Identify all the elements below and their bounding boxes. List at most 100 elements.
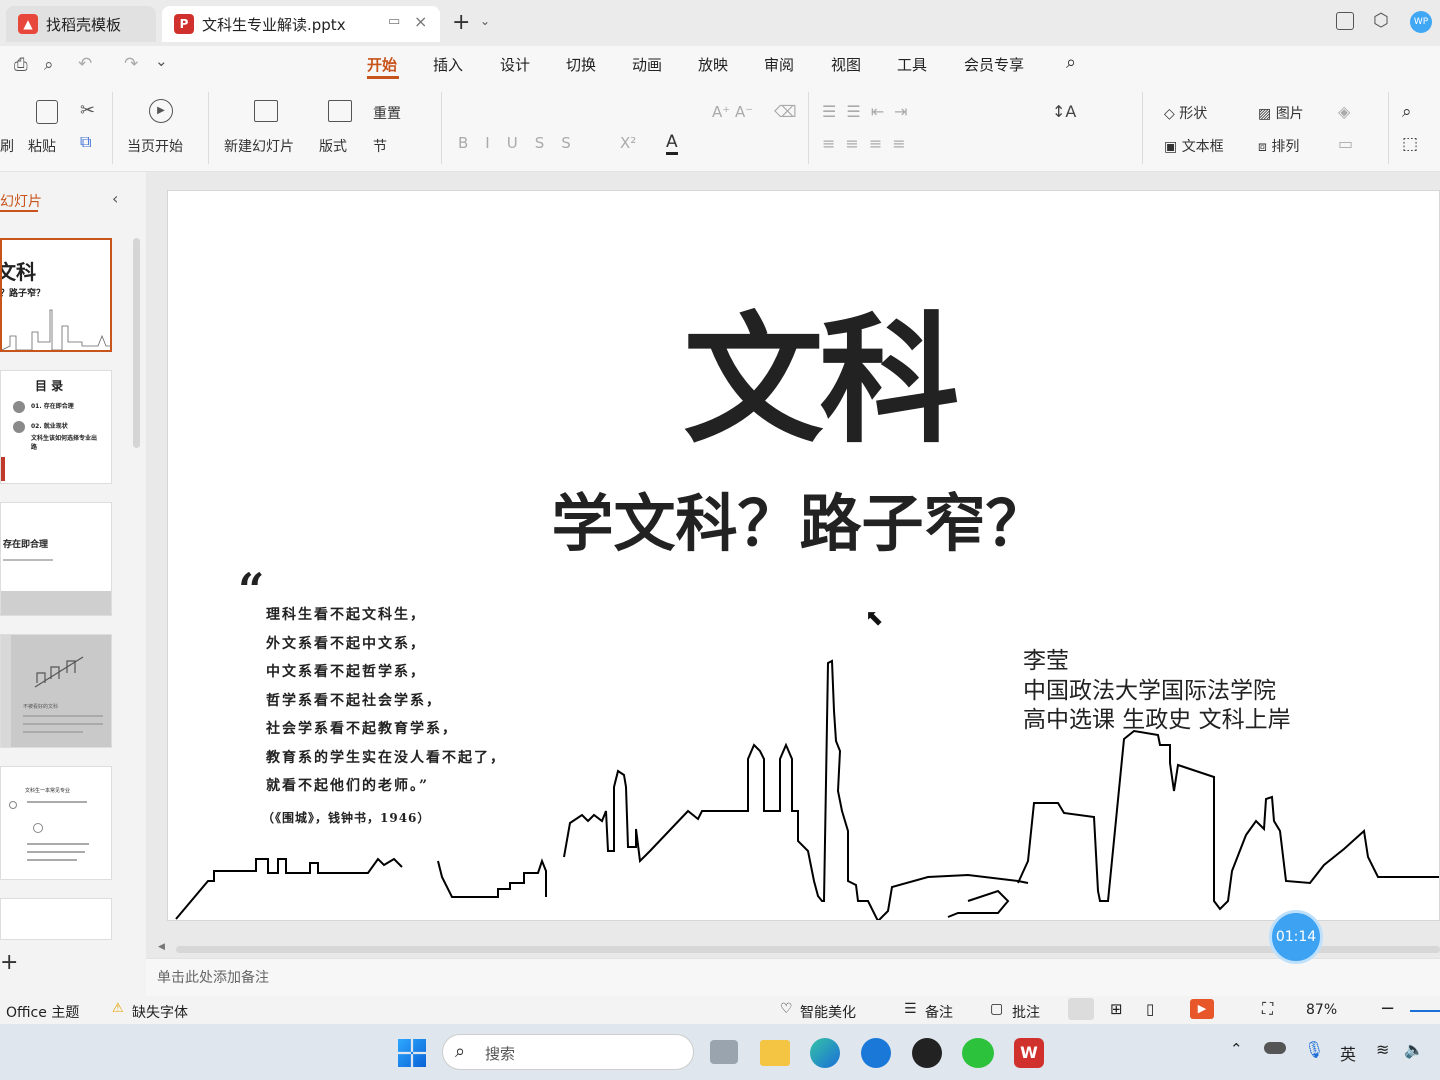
tab-design[interactable]: 设计	[500, 54, 530, 75]
new-slide-button[interactable]: 新建幻灯片	[224, 136, 294, 156]
search-box[interactable]: ⌕ 搜索	[442, 1034, 694, 1070]
list-buttons[interactable]: ☰☰⇤⇥	[822, 102, 918, 121]
zoom-slider[interactable]	[1410, 1010, 1440, 1012]
arrange-label: 排列	[1271, 139, 1300, 155]
paste-button[interactable]: 粘贴	[28, 136, 56, 156]
outline-icon[interactable]: ▭	[1338, 134, 1353, 153]
print-icon[interactable]: ⎙	[14, 55, 28, 75]
eraser-icon[interactable]: ⌫	[774, 102, 797, 121]
tab-tools[interactable]: 工具	[897, 54, 927, 75]
theme-label[interactable]: Office 主题	[6, 1002, 79, 1022]
microphone-icon[interactable]: 🎙	[1304, 1040, 1324, 1059]
collapse-icon[interactable]: ‹	[112, 189, 118, 208]
line-spacing-icon[interactable]: ↕A	[1052, 102, 1076, 121]
wifi-icon[interactable]: ≋	[1376, 1040, 1389, 1059]
reset-button[interactable]: 重置	[373, 103, 401, 123]
search-icon[interactable]: ⌕	[1066, 52, 1076, 73]
task-view-icon[interactable]	[710, 1040, 738, 1064]
slide-thumbnail-3[interactable]: 存在即合理	[0, 502, 112, 616]
font-size-up-icon[interactable]: A⁺ A⁻	[712, 103, 753, 121]
add-slide-icon[interactable]: +	[0, 950, 18, 975]
tab-insert[interactable]: 插入	[433, 54, 463, 75]
cube-icon[interactable]: ⬡	[1373, 10, 1389, 31]
thumb-subtitle: ？路子窄？	[0, 289, 46, 299]
font-format-buttons[interactable]: BIUSS	[458, 134, 588, 152]
slide-canvas[interactable]: 文科 学文科？路子窄？ “ 理科生看不起文科生， 外文系看不起中文系， 中文系看…	[167, 190, 1440, 921]
shape-button[interactable]: ◇ 形状	[1164, 103, 1207, 123]
slide-thumbnail-5[interactable]: 文科生一本常见专业	[0, 766, 112, 880]
format-brush-button[interactable]: 刷	[0, 136, 14, 156]
scroll-left-icon[interactable]: ◀	[158, 942, 165, 952]
tab-review[interactable]: 审阅	[764, 54, 794, 75]
windows-start-icon[interactable]	[398, 1039, 426, 1067]
sorter-view-icon[interactable]: ⊞	[1110, 1000, 1123, 1018]
wps-icon[interactable]: W	[1014, 1038, 1044, 1068]
current-start-button[interactable]: 当页开始	[127, 136, 183, 156]
slide-thumbnail-4[interactable]: 不被看好的文科	[0, 634, 112, 748]
tab-bar: ▲ 找稻壳模板 P 文科生专业解读.pptx ▭ × + ⌄ ⬡ WP	[0, 0, 1440, 46]
horizontal-scrollbar[interactable]	[176, 946, 1440, 953]
tab-animation[interactable]: 动画	[632, 54, 662, 75]
align-buttons[interactable]: ≡≡≡≡	[822, 134, 916, 153]
chevron-up-icon[interactable]: ⌃	[1230, 1040, 1243, 1058]
fill-icon[interactable]: ◈	[1338, 102, 1350, 121]
search-placeholder: 搜索	[485, 1045, 516, 1063]
zoom-level[interactable]: 87%	[1306, 1002, 1337, 1018]
onedrive-icon[interactable]	[1264, 1042, 1286, 1054]
file-explorer-icon[interactable]	[760, 1040, 790, 1066]
select-icon[interactable]: ⬚	[1402, 134, 1418, 154]
chevron-down-icon[interactable]: ⌄	[155, 52, 168, 70]
panel-scrollbar[interactable]	[133, 238, 140, 448]
fit-window-icon[interactable]: ⛶	[1262, 999, 1273, 1019]
cut-icon[interactable]: ✂	[80, 100, 95, 121]
find-icon[interactable]: ⌕	[1402, 102, 1412, 122]
print-preview-icon[interactable]: ⌕	[44, 55, 54, 75]
comment-button[interactable]: 批注	[1012, 1002, 1040, 1022]
textbox-button[interactable]: ▣ 文本框	[1164, 136, 1224, 156]
redo-icon[interactable]: ↷	[124, 54, 138, 74]
tab-member[interactable]: 会员专享	[964, 54, 1024, 75]
smart-beautify-button[interactable]: 智能美化	[800, 1002, 856, 1022]
tab-view[interactable]: 视图	[831, 54, 861, 75]
ime-indicator[interactable]: 英	[1340, 1041, 1356, 1065]
section-button[interactable]: 节	[373, 136, 387, 156]
zoom-out-icon[interactable]: −	[1380, 998, 1395, 1019]
arrange-button[interactable]: ⧈ 排列	[1258, 136, 1299, 156]
app-icon[interactable]	[912, 1038, 942, 1068]
chevron-down-icon[interactable]: ⌄	[480, 14, 490, 28]
wechat-icon[interactable]	[962, 1038, 994, 1068]
monitor-icon[interactable]: ▭	[388, 14, 400, 29]
normal-view-icon[interactable]	[1068, 998, 1094, 1020]
missing-font-button[interactable]: 缺失字体	[132, 1002, 188, 1022]
layout-button[interactable]: 版式	[319, 136, 347, 156]
timer-badge[interactable]: 01:14	[1269, 910, 1323, 964]
slide-title[interactable]: 文科	[168, 307, 1439, 457]
edge-icon[interactable]	[810, 1038, 840, 1068]
slide-thumbnail-1[interactable]: 文科 ？路子窄？	[0, 238, 112, 352]
avatar[interactable]: WP	[1410, 11, 1432, 33]
volume-icon[interactable]: 🔈	[1404, 1040, 1424, 1059]
undo-icon[interactable]: ↶	[78, 54, 92, 74]
tab-pptx[interactable]: P 文科生专业解读.pptx ▭ ×	[162, 6, 440, 42]
notes-button[interactable]: 备注	[925, 1002, 953, 1022]
copy-icon[interactable]: ⧉	[80, 132, 91, 152]
play-slideshow-icon[interactable]: ▶	[1190, 999, 1214, 1019]
font-color-icon[interactable]: A	[666, 132, 678, 155]
image-button[interactable]: ▨ 图片	[1258, 103, 1304, 123]
edge-beta-icon[interactable]	[861, 1038, 891, 1068]
thumb-text-line	[27, 843, 89, 845]
tab-daoke[interactable]: ▲ 找稻壳模板	[6, 6, 156, 42]
close-icon[interactable]: ×	[414, 12, 427, 31]
slide-thumbnail-6[interactable]	[0, 898, 112, 940]
tab-transition[interactable]: 切换	[566, 54, 596, 75]
tab-slideshow[interactable]: 放映	[698, 54, 728, 75]
layout-icon[interactable]	[1336, 12, 1354, 30]
paste-icon	[36, 100, 58, 124]
slide-subtitle[interactable]: 学文科？路子窄？	[168, 487, 1431, 561]
superscript-icon[interactable]: X²	[620, 134, 636, 152]
reading-view-icon[interactable]: ▯	[1146, 1000, 1154, 1018]
tab-home[interactable]: 开始	[367, 54, 397, 75]
new-tab-icon[interactable]: +	[452, 10, 470, 35]
notes-pane[interactable]: 单击此处添加备注	[146, 958, 1440, 996]
slide-thumbnail-2[interactable]: 目 录 01. 存在即合理 02. 就业现状 文科生该如何选择专业出路	[0, 370, 112, 484]
